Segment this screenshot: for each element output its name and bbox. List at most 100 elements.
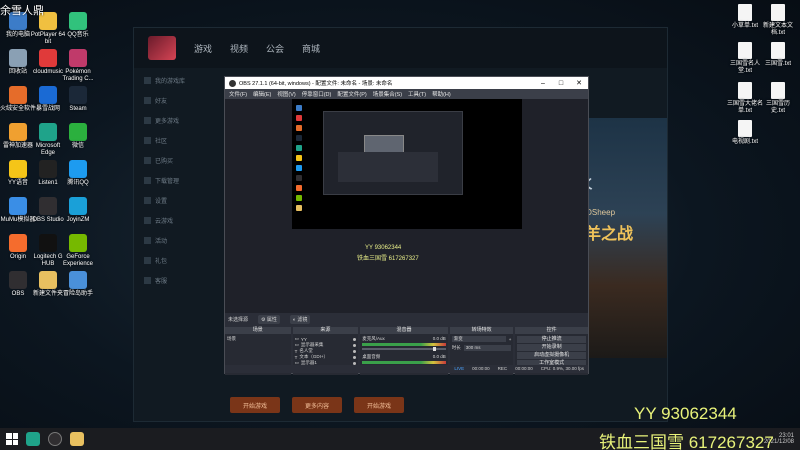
desktop: 游戏 视频 公会 商城 我的游戏库 好友 更多游戏 社区 已购买 下载管理 设置… (0, 0, 800, 428)
menu-edit[interactable]: 编辑(E) (253, 90, 271, 98)
desktop-icon[interactable]: JoyinZM (60, 197, 96, 224)
game-nav-guild[interactable]: 公会 (266, 42, 284, 55)
app-icon (9, 49, 27, 67)
game-sidebar-item[interactable]: 我的游戏库 (144, 74, 224, 86)
menu-file[interactable]: 文件(F) (229, 90, 247, 98)
preview-desktop-icon (296, 185, 302, 191)
eye-icon[interactable] (353, 337, 357, 341)
close-icon[interactable]: ✕ (570, 79, 588, 87)
preview-nested-obs (323, 111, 463, 195)
desktop-icon[interactable]: 微信 (60, 123, 96, 150)
preview-desktop-icon (296, 205, 302, 211)
app-icon (39, 123, 57, 141)
app-icon (9, 197, 27, 215)
stop-streaming-button[interactable]: 停止推流 (517, 336, 586, 343)
game-logo-icon (148, 36, 176, 60)
app-icon (69, 123, 87, 141)
eye-icon[interactable] (353, 343, 357, 347)
filters-button[interactable]: ◐ 滤镜 (289, 314, 311, 324)
desktop-icon-label: 微信 (71, 143, 84, 149)
text-file-icon (771, 82, 785, 99)
menu-help[interactable]: 帮助(H) (432, 90, 451, 98)
desktop-text-file[interactable]: 三国雪.txt (760, 42, 796, 68)
desktop-text-file[interactable]: 电视剧.txt (727, 120, 763, 146)
obs-preview-canvas[interactable] (292, 99, 522, 229)
properties-button[interactable]: ⚙ 属性 (258, 314, 280, 324)
game-play-button-2[interactable]: 开始游戏 (354, 397, 404, 413)
text-source-icon: T (294, 354, 298, 360)
start-recording-button[interactable]: 开始录制 (517, 344, 586, 351)
game-more-button[interactable]: 更多内容 (292, 397, 342, 413)
cpu-fps: CPU: 0.9%, 30.00 fps (540, 366, 584, 371)
desktop-text-file[interactable]: 三国雪大佬名单.txt (727, 82, 763, 115)
properties-button-label: 属性 (266, 316, 277, 323)
app-icon (69, 234, 87, 252)
menu-tools[interactable]: 工具(T) (408, 90, 426, 98)
desktop-icon[interactable]: Steam (60, 86, 96, 113)
app-icon (39, 160, 57, 178)
transitions-dock-title: 转场特效 (449, 327, 514, 334)
transition-select[interactable]: 渐变 (451, 336, 506, 342)
game-sidebar-item[interactable]: 已购买 (144, 154, 224, 166)
minimize-icon[interactable]: – (534, 80, 552, 87)
edge-taskbar-icon[interactable] (26, 432, 40, 446)
desktop-icon[interactable]: Pokémon Trading C... (60, 49, 96, 83)
desktop-text-file[interactable]: 三国雪历史.txt (760, 82, 796, 115)
game-sidebar-item[interactable]: 好友 (144, 94, 224, 106)
preview-desktop-icon (296, 135, 302, 141)
obs-menubar: 文件(F) 编辑(E) 视图(V) 停靠窗口(D) 配置文件(P) 场景集合(S… (225, 89, 588, 99)
duration-field[interactable]: 300 ms (463, 345, 512, 351)
game-sidebar-item[interactable]: 客服 (144, 274, 224, 286)
game-play-button[interactable]: 开始游戏 (230, 397, 280, 413)
preview-overlay-yy: YY 93062344 (365, 245, 402, 251)
scene-item[interactable]: 场景 (227, 336, 289, 342)
menu-profile[interactable]: 配置文件(P) (337, 90, 366, 98)
desktop-icon[interactable]: QQ音乐 (60, 12, 96, 39)
stream-overlay-name: 铁血三国雪 617267327 (599, 433, 774, 450)
game-sidebar-item[interactable]: 下载管理 (144, 174, 224, 186)
desktop-icon[interactable]: 腾讯QQ (60, 160, 96, 187)
track-db: 0.0 dB (432, 336, 446, 341)
game-sidebar-item[interactable]: 云游戏 (144, 214, 224, 226)
menu-view[interactable]: 视图(V) (277, 90, 295, 98)
game-nav-shop[interactable]: 商城 (302, 42, 320, 55)
game-nav-games[interactable]: 游戏 (194, 42, 212, 55)
obs-titlebar[interactable]: OBS 27.1.1 (64-bit, windows) - 配置文件: 未命名… (225, 77, 588, 89)
preview-desktop-icon (296, 105, 302, 111)
desktop-icon[interactable]: GeForce Experience (60, 234, 96, 268)
game-sidebar-item[interactable]: 活动 (144, 234, 224, 246)
obs-window[interactable]: OBS 27.1.1 (64-bit, windows) - 配置文件: 未命名… (224, 76, 589, 375)
game-sidebar-item[interactable]: 更多游戏 (144, 114, 224, 126)
filters-button-label: 滤镜 (297, 316, 308, 323)
app-icon (39, 234, 57, 252)
preview-overlay-name: 铁血三国雪 617267327 (357, 256, 419, 262)
game-sidebar-item[interactable]: 设置 (144, 194, 224, 206)
desktop-text-file[interactable]: 小草单.txt (727, 4, 763, 30)
desktop-text-file[interactable]: 新建文本文档.txt (760, 4, 796, 37)
app-icon (9, 271, 27, 289)
maximize-icon[interactable]: □ (552, 80, 570, 87)
eye-icon[interactable] (353, 349, 357, 353)
sources-dock-title: 来源 (292, 327, 359, 334)
windows-start-icon[interactable] (6, 433, 18, 445)
obs-taskbar-icon[interactable] (48, 432, 62, 446)
desktop-icon-label: 腾讯QQ (67, 180, 89, 186)
rec-time: 00:00:00 (515, 366, 533, 371)
desktop-icon[interactable]: 冒险岛助手 (60, 271, 96, 298)
live-indicator: LIVE (454, 366, 465, 371)
menu-scene-collection[interactable]: 场景集合(S) (373, 90, 402, 98)
eye-icon[interactable] (353, 355, 357, 359)
text-file-icon (771, 4, 785, 21)
top-left-overlay-text: 余雪人鼎 (0, 5, 44, 17)
volume-slider[interactable] (362, 347, 446, 351)
rec-indicator: REC (497, 366, 508, 371)
game-nav-video[interactable]: 视频 (230, 42, 248, 55)
virtual-camera-button[interactable]: 启动虚拟摄像机 (517, 352, 586, 359)
desktop-text-file[interactable]: 三国雪名人堂.txt (727, 42, 763, 75)
game-sidebar-item[interactable]: 礼包 (144, 254, 224, 266)
add-icon[interactable]: + (509, 337, 512, 342)
menu-docks[interactable]: 停靠窗口(D) (302, 90, 332, 98)
explorer-taskbar-icon[interactable] (70, 432, 84, 446)
game-sidebar-item[interactable]: 社区 (144, 134, 224, 146)
app-icon (39, 86, 57, 104)
